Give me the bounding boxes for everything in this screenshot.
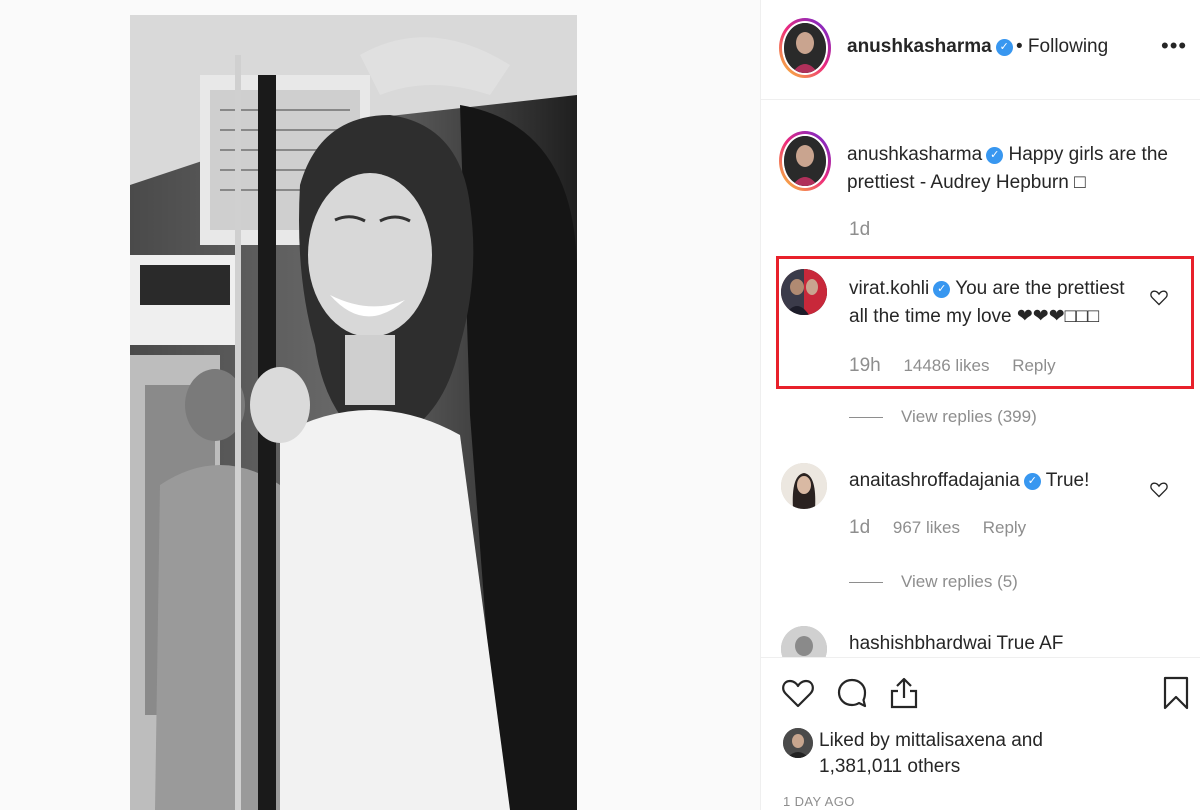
author-username[interactable]: anushkasharma [847, 36, 992, 57]
heart-icon[interactable] [781, 676, 815, 710]
post-details-panel: anushkasharma ✓ • Following ••• anushkash… [760, 0, 1200, 810]
verified-badge-icon: ✓ [995, 39, 1013, 56]
comment-body: anaitashroffadajania ✓ True! [849, 467, 1089, 495]
comment-likes[interactable]: 967 likes [893, 518, 960, 537]
divider-line [849, 417, 883, 419]
view-replies-button[interactable]: View replies (5) [849, 572, 1018, 592]
view-replies-button[interactable]: View replies (399) [849, 407, 1037, 427]
comment-avatar[interactable] [781, 463, 827, 509]
author-avatar[interactable] [779, 18, 831, 78]
divider-line [849, 582, 883, 584]
comment-like-heart-icon[interactable] [1149, 287, 1169, 307]
avatar-image [784, 23, 826, 73]
post-media-area [0, 0, 760, 810]
avatar-image [781, 463, 827, 509]
reply-button[interactable]: Reply [983, 518, 1026, 537]
comment-text: True! [1045, 470, 1090, 491]
likes-suffix: and [1011, 730, 1043, 751]
comment-text: True AF [996, 633, 1064, 654]
bookmark-icon[interactable] [1159, 676, 1193, 710]
comment-meta: 19h 14486 likes Reply [849, 355, 1056, 377]
comment-username[interactable]: hashishbhardwai [849, 633, 992, 654]
comment-like-heart-icon[interactable] [1149, 479, 1169, 499]
photo-illustration [130, 15, 577, 810]
post-photo[interactable] [130, 15, 577, 810]
comment-icon[interactable] [835, 676, 869, 710]
likes-others-count[interactable]: 1,381,011 others [819, 756, 960, 777]
verified-badge-icon: ✓ [986, 147, 1004, 164]
verified-badge-icon: ✓ [1023, 473, 1041, 490]
reply-button[interactable]: Reply [1012, 356, 1055, 375]
comment-meta: 1d 967 likes Reply [849, 517, 1026, 539]
verified-badge-icon: ✓ [933, 281, 951, 298]
likes-prefix: Liked by [819, 730, 890, 751]
more-horizontal-icon[interactable]: ••• [1161, 35, 1187, 57]
likes-summary: Liked by mittalisaxena and 1,381,011 oth… [819, 728, 1043, 780]
comment-username[interactable]: virat.kohli [849, 278, 929, 299]
liked-by-avatar[interactable] [783, 728, 813, 758]
comment-timestamp[interactable]: 1d [849, 517, 870, 538]
caption-timestamp[interactable]: 1d [849, 219, 870, 241]
share-icon[interactable] [887, 676, 921, 710]
comment-username[interactable]: anaitashroffadajania [849, 470, 1020, 491]
comment-avatar[interactable] [781, 269, 827, 315]
post-date[interactable]: 1 DAY AGO [783, 794, 855, 809]
comment-avatar[interactable] [781, 626, 827, 657]
following-status[interactable]: • Following [1016, 36, 1108, 58]
comment-body: virat.kohli ✓ You are the prettiest all t… [849, 275, 1139, 331]
view-replies-label: View replies (399) [901, 407, 1037, 426]
comment-body: hashishbhardwai True AF [849, 630, 1063, 657]
liked-by-user[interactable]: mittalisaxena [895, 730, 1006, 751]
comment-likes[interactable]: 14486 likes [903, 356, 989, 375]
post-header: anushkasharma ✓ • Following ••• [761, 0, 1200, 100]
avatar-image [784, 136, 826, 186]
comments-list[interactable]: anushkasharma ✓ Happy girls are the prett… [761, 101, 1200, 657]
post-caption: anushkasharma ✓ Happy girls are the prett… [847, 141, 1177, 197]
comment-timestamp[interactable]: 19h [849, 355, 881, 376]
caption-author-avatar[interactable] [779, 131, 831, 191]
avatar-image [781, 626, 827, 657]
avatar-image [781, 269, 827, 315]
post-actions-section: Liked by mittalisaxena and 1,381,011 oth… [761, 657, 1200, 810]
author-username-row: anushkasharma ✓ [847, 36, 1013, 58]
view-replies-label: View replies (5) [901, 572, 1018, 591]
caption-username[interactable]: anushkasharma [847, 144, 982, 165]
avatar-image [783, 728, 813, 758]
